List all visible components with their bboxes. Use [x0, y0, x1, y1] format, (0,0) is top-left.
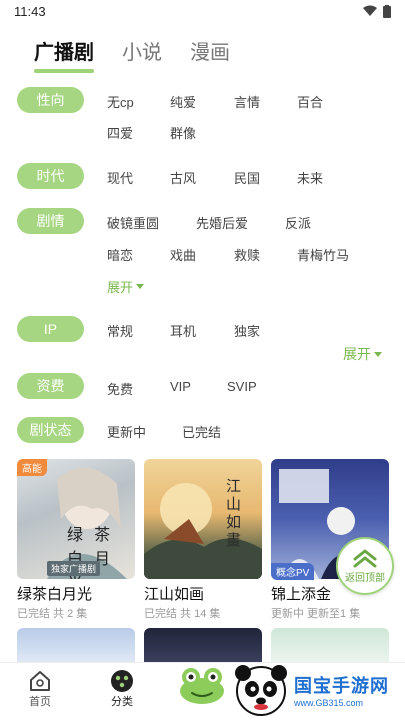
filter-option[interactable]: 四爱: [107, 123, 133, 142]
filter-option[interactable]: VIP: [170, 379, 191, 394]
filter-option[interactable]: 免费: [107, 379, 133, 398]
card-badge: 概念PV: [271, 563, 315, 580]
filter-option[interactable]: 耳机: [170, 321, 196, 340]
filter-option[interactable]: 独家: [234, 321, 260, 340]
filter-option[interactable]: 常规: [107, 321, 133, 340]
drama-grid-row-2: [17, 628, 389, 662]
filter-option[interactable]: 百合: [297, 92, 323, 111]
nav-home-label: 首页: [29, 696, 51, 708]
drama-cover: 江山如畫: [144, 459, 262, 579]
filter-status: 剧状态: [17, 417, 84, 443]
drama-cover: 绿 茶 白 月 光 独家广播剧: [17, 459, 135, 579]
drama-title: 江山如画: [144, 586, 205, 603]
plot-expand-button[interactable]: 展开: [107, 277, 145, 296]
drama-card[interactable]: 江山如畫 江山如画 已完结 共 14 集: [144, 459, 262, 620]
back-to-top-button[interactable]: 返回顶部: [336, 537, 394, 595]
drama-card[interactable]: 绿 茶 白 月 光 独家广播剧 高能 绿茶白月光 已完结 共 2 集: [17, 459, 135, 620]
frog-mascot-icon[interactable]: [178, 665, 226, 705]
nav-category-label: 分类: [111, 696, 133, 708]
battery-icon: [383, 4, 391, 18]
home-icon: [30, 671, 50, 691]
filter-option[interactable]: 破镜重圆: [107, 213, 159, 232]
filter-plot: 剧情: [17, 208, 84, 234]
double-chevron-up-icon: [353, 549, 377, 568]
back-to-top-label: 返回顶部: [345, 573, 385, 584]
content-type-tabs: 广播剧 小说 漫画: [34, 36, 230, 73]
expand-label: 展开: [343, 346, 371, 362]
filter-ip: IP: [17, 316, 84, 342]
filter-orientation: 性向: [17, 87, 84, 113]
drama-title: 绿茶白月光: [17, 586, 93, 603]
filter-label-status[interactable]: 剧状态: [17, 417, 84, 443]
filter-option[interactable]: 言情: [234, 92, 260, 111]
cover-title: 江山如畫: [226, 477, 242, 549]
drama-status: 更新中 更新至1 集: [271, 608, 361, 620]
filter-option[interactable]: 已完结: [182, 422, 221, 441]
filter-option[interactable]: 救赎: [234, 245, 260, 264]
filter-option[interactable]: 民国: [234, 168, 260, 187]
card-badge: 高能: [17, 459, 47, 476]
filter-fee: 资费: [17, 373, 84, 399]
drama-status: 已完结 共 2 集: [17, 608, 88, 620]
filter-option[interactable]: 古风: [170, 168, 196, 187]
tab-comic[interactable]: 漫画: [190, 36, 230, 71]
filter-option[interactable]: 戏曲: [170, 245, 196, 264]
tab-radio-drama[interactable]: 广播剧: [34, 36, 94, 73]
drama-cover[interactable]: [144, 628, 262, 662]
panda-logo-icon: [235, 665, 287, 716]
watermark-text: 国宝手游网: [294, 676, 389, 696]
ip-expand-button[interactable]: 展开: [343, 344, 382, 364]
drama-title: 锦上添金: [271, 586, 332, 603]
cover-subtitle: 独家广播剧: [47, 561, 101, 576]
cover-art: [144, 483, 262, 579]
chevron-down-icon: [374, 351, 382, 357]
filter-option[interactable]: 反派: [285, 213, 311, 232]
watermark-url: www.GB315.com: [294, 698, 364, 708]
filter-label-plot[interactable]: 剧情: [17, 208, 84, 234]
category-icon: [111, 670, 133, 692]
filter-option[interactable]: SVIP: [227, 379, 257, 394]
status-time: 11:43: [14, 3, 46, 19]
filter-option[interactable]: 暗恋: [107, 245, 133, 264]
filter-option[interactable]: 更新中: [107, 422, 146, 441]
tab-novel[interactable]: 小说: [122, 36, 162, 71]
filter-option[interactable]: 群像: [170, 123, 196, 142]
filter-label-fee[interactable]: 资费: [17, 373, 84, 399]
filter-option[interactable]: 纯爱: [170, 92, 196, 111]
drama-cover[interactable]: [271, 628, 389, 662]
filter-era: 时代: [17, 163, 84, 189]
filter-label-orientation[interactable]: 性向: [17, 87, 84, 113]
expand-label: 展开: [107, 280, 134, 295]
watermark: 国宝手游网 www.GB315.com: [232, 660, 405, 720]
filter-option[interactable]: 无cp: [107, 92, 134, 111]
filter-label-ip[interactable]: IP: [17, 316, 84, 342]
drama-status: 已完结 共 14 集: [144, 608, 221, 620]
drama-cover[interactable]: [17, 628, 135, 662]
nav-home[interactable]: 首页: [28, 669, 52, 709]
nav-category[interactable]: 分类: [110, 669, 134, 709]
chevron-down-icon: [136, 284, 145, 289]
filter-option[interactable]: 青梅竹马: [297, 245, 349, 264]
filter-option[interactable]: 先婚后爱: [196, 213, 248, 232]
status-bar: 11:43: [0, 0, 405, 22]
filter-label-era[interactable]: 时代: [17, 163, 84, 189]
filter-option[interactable]: 现代: [107, 168, 133, 187]
filter-option[interactable]: 未来: [297, 168, 323, 187]
wifi-icon: [363, 5, 377, 16]
